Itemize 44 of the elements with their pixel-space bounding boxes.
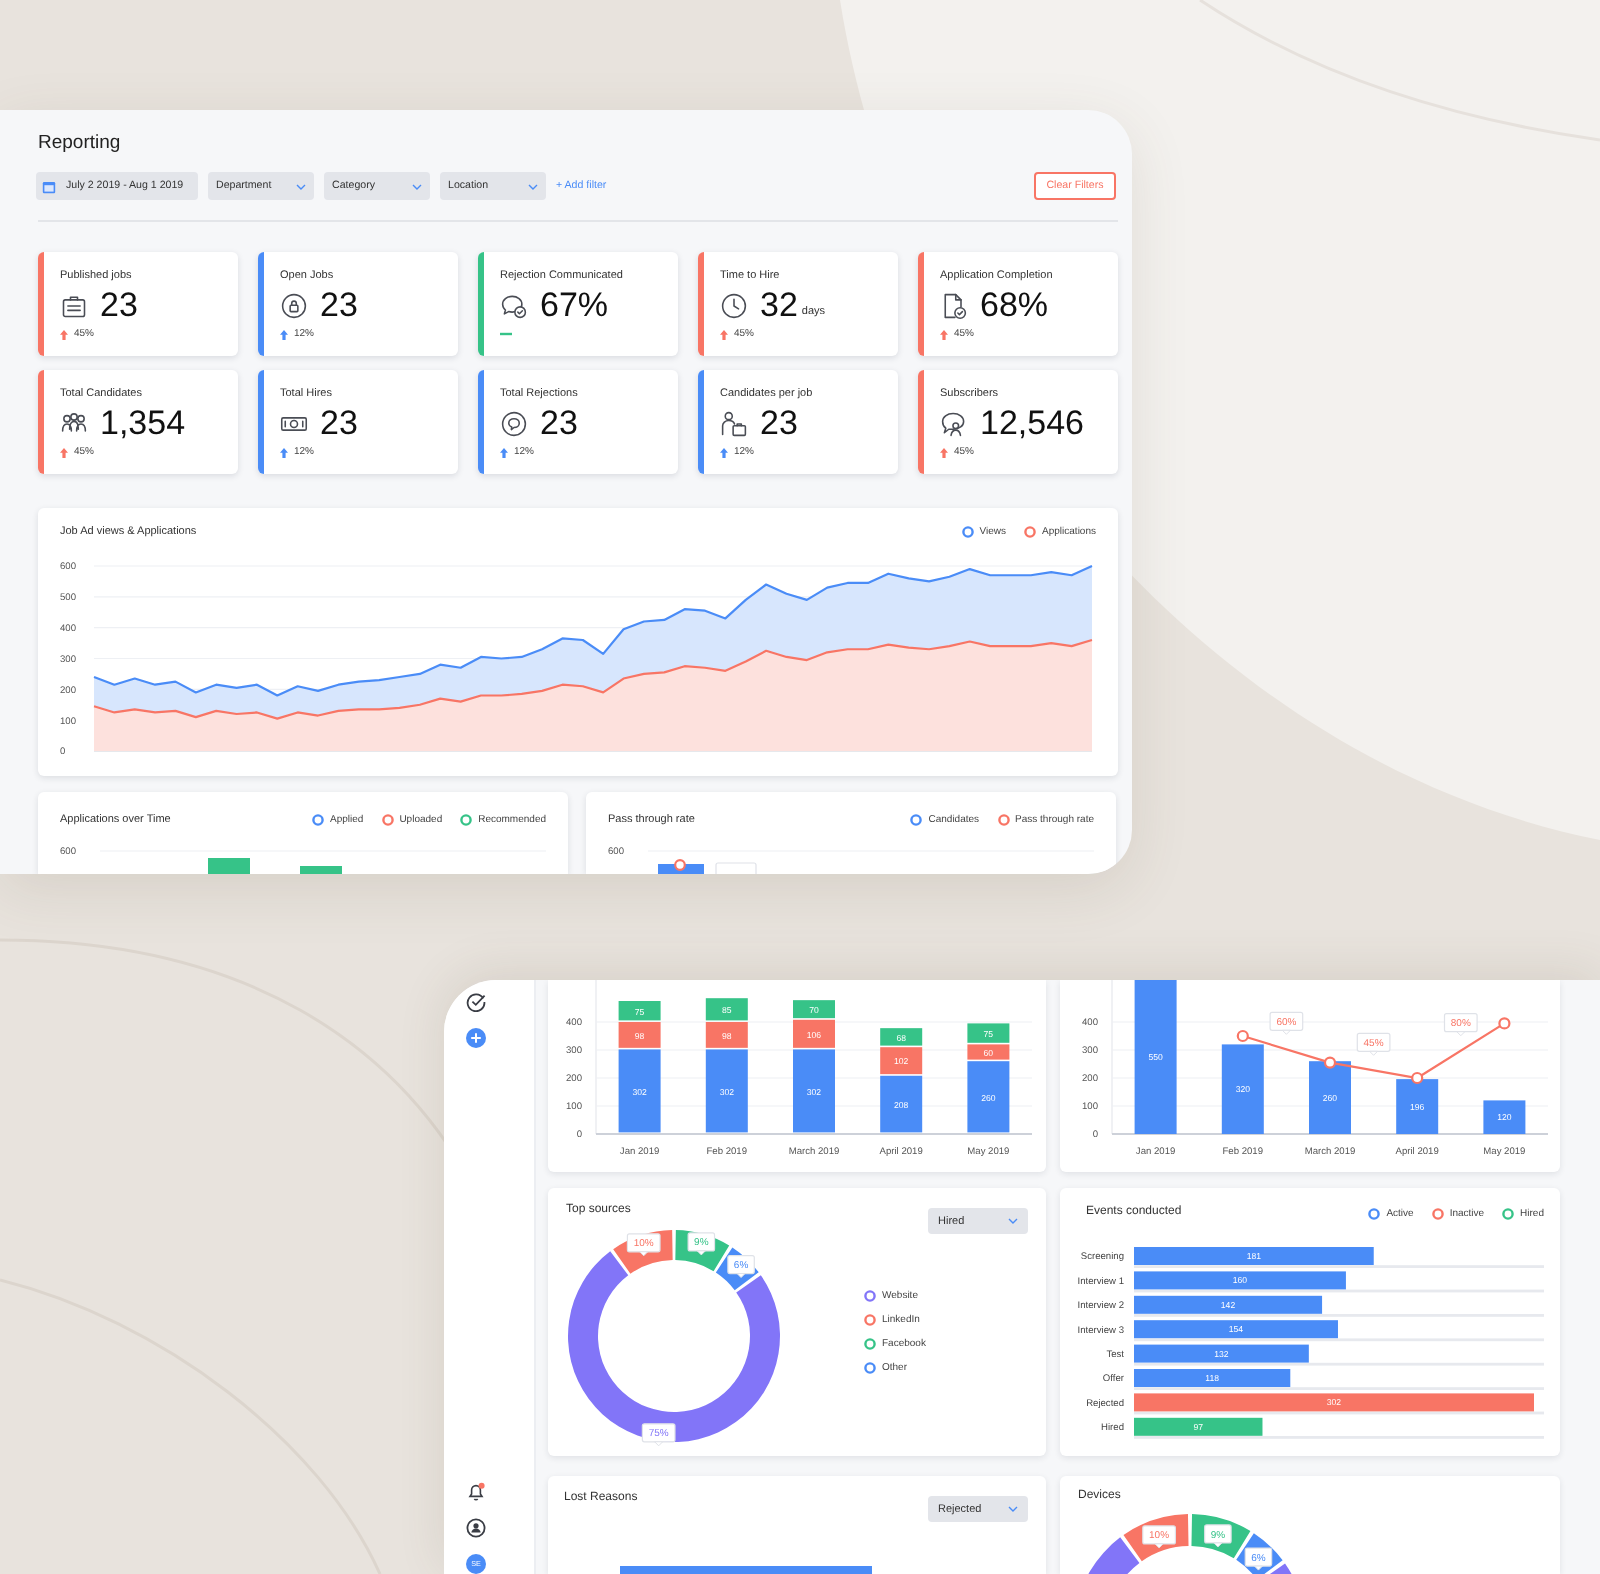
page-title: Reporting: [38, 132, 123, 156]
user-circle-icon[interactable]: [466, 1518, 486, 1538]
kpi-value: 12,546: [980, 406, 1084, 442]
person-briefcase-icon: [720, 410, 748, 438]
kpi-value: 23: [320, 406, 358, 442]
chart-bar: [967, 1023, 1010, 1043]
data-point: [1411, 1071, 1424, 1085]
bell-icon[interactable]: [466, 1482, 486, 1502]
document-check-icon: [940, 292, 968, 320]
chat-circle-icon: [500, 410, 528, 438]
chart-bar: [705, 998, 748, 1021]
chart-bar: [1483, 1100, 1526, 1134]
plus-circle-icon[interactable]: [466, 1028, 486, 1048]
chevron-down-icon: [412, 183, 422, 189]
chart-bar: [300, 866, 342, 874]
data-point: [1498, 1017, 1511, 1030]
kpi-value: 23: [100, 288, 138, 324]
kpi-value: 1,354: [100, 406, 186, 442]
kpi-value: 32: [760, 288, 798, 324]
kpi-value: 23: [760, 406, 798, 442]
chart-bar: [1309, 1061, 1351, 1134]
kpi-value: 23: [320, 288, 358, 324]
chat-person-icon: [940, 410, 968, 438]
chat-check-icon: [500, 292, 528, 320]
kpi-value: 68%: [980, 288, 1049, 324]
data-point: [1236, 1029, 1249, 1043]
briefcase-icon: [60, 292, 88, 320]
kpi-value: 67%: [540, 288, 609, 324]
check-circle-icon[interactable]: [466, 992, 486, 1012]
data-point: [1323, 1056, 1337, 1069]
people-icon: [60, 410, 88, 438]
chart-bar: [1134, 1417, 1263, 1436]
chart-bar: [618, 1001, 661, 1021]
chart-bar: [1221, 1044, 1264, 1134]
chevron-down-icon: [296, 183, 306, 189]
chevron-down-icon: [1008, 1218, 1018, 1224]
chevron-down-icon: [528, 183, 538, 189]
chevron-down-icon: [1008, 1506, 1018, 1512]
calendar-icon: [42, 179, 56, 193]
chart-bar: [1396, 1079, 1439, 1134]
chart-bar: [208, 858, 250, 874]
kpi-value: 23: [540, 406, 578, 442]
clock-icon: [720, 292, 748, 320]
lock-icon: [280, 292, 308, 320]
